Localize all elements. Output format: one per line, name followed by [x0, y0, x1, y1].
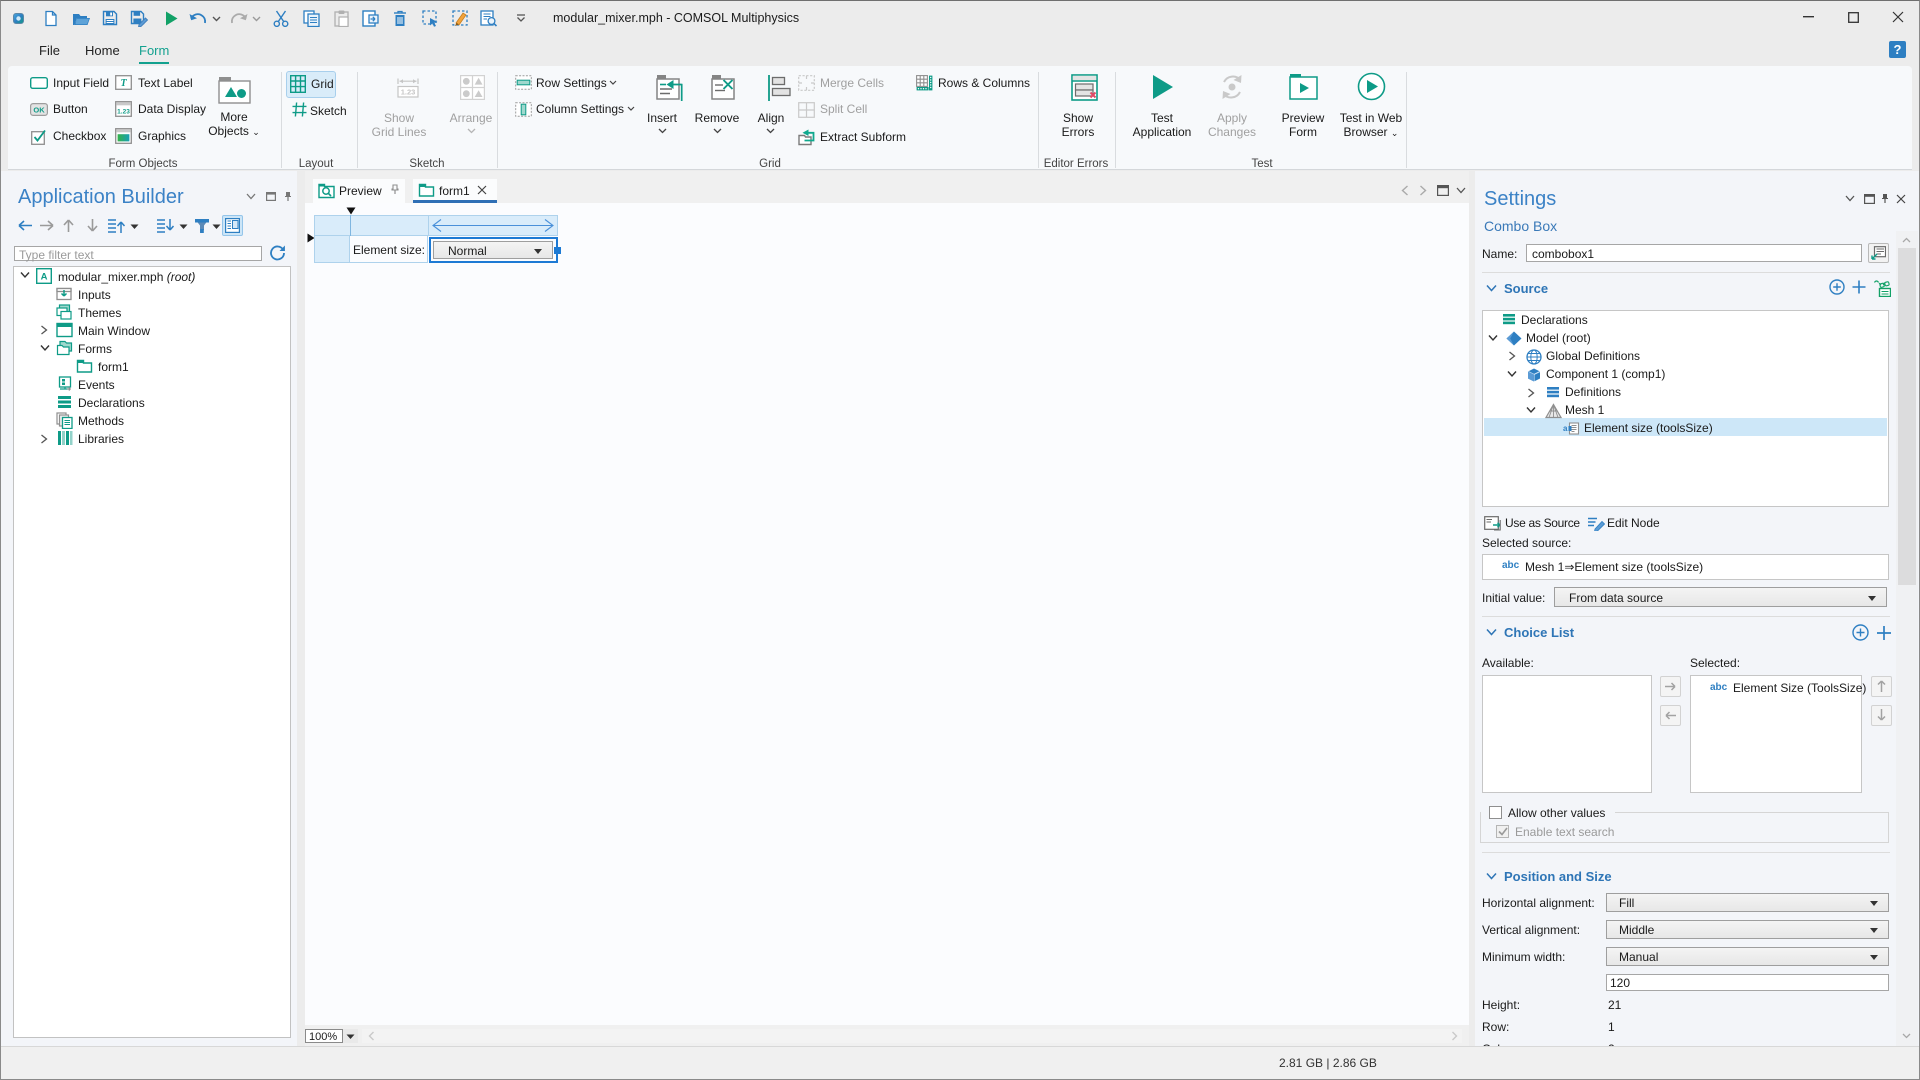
- svg-text:a: a: [1563, 424, 1568, 433]
- svg-text:A: A: [41, 272, 48, 283]
- svg-text:1.23: 1.23: [117, 109, 130, 116]
- svg-text:T: T: [120, 78, 127, 89]
- svg-text:1.23: 1.23: [401, 88, 416, 97]
- svg-text:OK: OK: [33, 106, 45, 115]
